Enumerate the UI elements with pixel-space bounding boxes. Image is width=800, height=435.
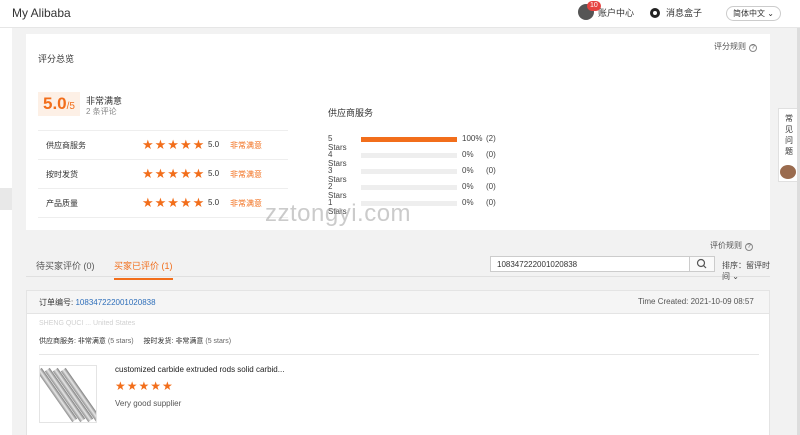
distribution-percent: 0% (462, 166, 474, 175)
order-review: SHENG QUCI ... United States 供应商服务: 非常满意… (26, 314, 770, 435)
order-search-input[interactable] (490, 256, 690, 272)
language-select[interactable]: 简体中文 ⌄ (726, 6, 781, 21)
message-icon[interactable] (650, 7, 660, 18)
distribution-count: (2) (486, 134, 496, 143)
account-center-label[interactable]: 账户中心 (598, 6, 634, 19)
buyer-info: SHENG QUCI ... United States (39, 320, 136, 327)
brand-title[interactable]: My Alibaba (12, 6, 71, 20)
watermark: zztongyi.com (265, 200, 412, 227)
star-rating: ★★★★★ (142, 195, 206, 210)
review-rules-label[interactable]: 评价规则 (710, 241, 742, 250)
distribution-bar (361, 153, 457, 158)
score-denominator: /5 (66, 101, 75, 112)
sort-select[interactable]: 排序：留评时间 ⌄ (722, 260, 770, 282)
star-rating: ★★★★★ (142, 137, 206, 152)
rating-rules-label[interactable]: 评分规则 (714, 42, 746, 51)
distribution-count: (0) (486, 198, 496, 207)
summary-title: 评分总览 (38, 54, 75, 64)
distribution-percent: 0% (462, 198, 474, 207)
language-label[interactable]: 简体中文 (733, 9, 765, 18)
sidebar-marker (0, 188, 12, 210)
scale-value: 5.0 (208, 169, 220, 178)
supplier-rating-value: 非常满意 (77, 338, 106, 345)
distribution-bar-fill (361, 137, 457, 142)
scale-value: 5.0 (208, 198, 220, 207)
product-name[interactable]: customized carbide extruded rods solid c… (115, 365, 284, 374)
search-button[interactable] (689, 256, 715, 272)
distribution-count: (0) (486, 150, 496, 159)
shipping-rating-label: 按时发货: (143, 338, 174, 345)
distribution-count: (0) (486, 166, 496, 175)
order-number: 订单编号: 108347222001020838 (39, 297, 156, 308)
distribution-percent: 0% (462, 182, 474, 191)
scale-label: 按时发货 (46, 170, 78, 179)
supplier-service-title: 供应商服务 (328, 108, 374, 118)
order-ratings: 供应商服务: 非常满意 (5 stars) 按时发货: 非常满意 (5 star… (39, 336, 231, 346)
account-center[interactable]: 10 账户中心 (578, 1, 634, 20)
star-rating: ★★★★★ (142, 166, 206, 181)
supplier-rating-stars: (5 stars) (107, 338, 134, 345)
scale-verbal: 非常满意 (230, 199, 262, 208)
scale-row-supplier-service: 供应商服务 ★★★★★ 5.0 非常满意 (38, 131, 288, 160)
scale-verbal: 非常满意 (230, 141, 262, 150)
order-id-link[interactable]: 108347222001020838 (75, 298, 155, 307)
scale-verbal: 非常满意 (230, 170, 262, 179)
overall-score: 5.0/5 (38, 92, 80, 116)
shipping-rating-stars: (5 stars) (205, 338, 232, 345)
faq-label[interactable]: 常见问题 (784, 113, 794, 157)
shipping-rating-value: 非常满意 (175, 338, 204, 345)
product-thumbnail[interactable] (39, 365, 97, 423)
top-bar: My Alibaba 10 账户中心 消息盒子 简体中文 ⌄ (0, 0, 800, 28)
avatar[interactable]: 10 (578, 1, 601, 20)
time-created: Time Created: 2021-10-09 08:57 (638, 297, 754, 306)
supplier-rating-label: 供应商服务: (39, 338, 76, 345)
review-count: 2 条评论 (86, 107, 117, 116)
tab-pending-reviews[interactable]: 待买家评价 (0) (36, 259, 95, 272)
scale-label: 供应商服务 (46, 141, 86, 150)
scale-value: 5.0 (208, 140, 220, 149)
distribution-count: (0) (486, 182, 496, 191)
scale-label: 产品质量 (46, 199, 78, 208)
shipping-rating: 按时发货: 非常满意 (5 stars) (144, 336, 232, 346)
question-icon[interactable]: ? (745, 243, 753, 251)
distribution-percent: 100% (462, 134, 483, 143)
supplier-rating: 供应商服务: 非常满意 (5 stars) (39, 336, 134, 346)
left-sidebar (0, 28, 12, 435)
question-icon[interactable]: ? (749, 44, 757, 52)
distribution-bar (361, 137, 457, 142)
rating-scales: 供应商服务 ★★★★★ 5.0 非常满意 按时发货 ★★★★★ 5.0 非常满意… (38, 130, 288, 218)
message-box-label[interactable]: 消息盒子 (666, 6, 702, 19)
scale-row-on-time-shipping: 按时发货 ★★★★★ 5.0 非常满意 (38, 160, 288, 189)
tab-buyer-reviewed[interactable]: 买家已评价 (1) (114, 259, 173, 280)
product-star-rating: ★★★★★ (115, 379, 174, 393)
review-comment: Very good supplier (115, 399, 182, 408)
review-rules-link[interactable]: 评价规则? (710, 240, 753, 251)
message-box[interactable]: 消息盒子 (650, 6, 702, 19)
distribution-percent: 0% (462, 150, 474, 159)
order-header: 订单编号: 108347222001020838 Time Created: 2… (26, 290, 770, 314)
sort-label[interactable]: 排序：留评时间 (722, 261, 770, 281)
order-number-label: 订单编号: (39, 298, 74, 307)
distribution-bar (361, 169, 457, 174)
scale-row-product-quality: 产品质量 ★★★★★ 5.0 非常满意 (38, 189, 288, 218)
search-icon[interactable] (690, 257, 714, 271)
rating-rules-link[interactable]: 评分规则? (714, 41, 757, 52)
distribution-bar (361, 185, 457, 190)
support-avatar-icon[interactable] (780, 165, 796, 179)
review-tabs: 待买家评价 (0) 买家已评价 (1) 排序：留评时间 ⌄ (26, 253, 770, 281)
score-value: 5.0 (43, 94, 67, 113)
notification-badge: 10 (587, 1, 601, 11)
divider (39, 354, 759, 355)
